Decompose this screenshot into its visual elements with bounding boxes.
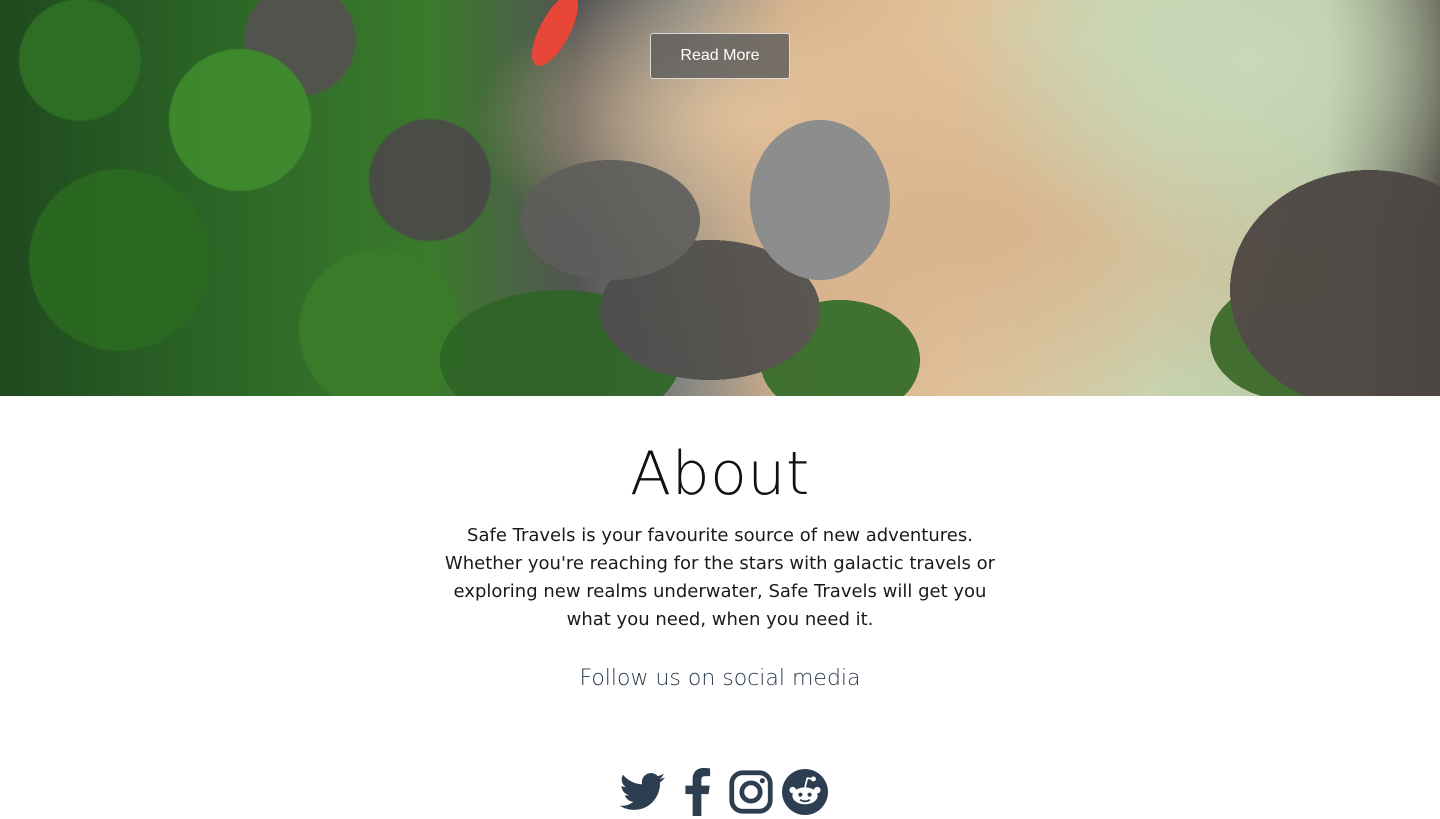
hero-banner: Read More [0, 0, 1440, 396]
read-more-button[interactable]: Read More [650, 33, 790, 79]
social-links [620, 768, 828, 816]
twitter-link[interactable] [620, 768, 666, 816]
twitter-icon [620, 773, 666, 810]
facebook-link[interactable] [674, 768, 720, 816]
about-title: About [630, 439, 810, 509]
instagram-icon [729, 770, 773, 814]
hero-rocks [420, 110, 920, 396]
facebook-icon [685, 768, 711, 816]
reddit-link[interactable] [782, 768, 828, 816]
kayak-image [522, 0, 588, 73]
instagram-link[interactable] [728, 768, 774, 816]
hero-rocks-right [1180, 170, 1440, 396]
follow-label: Follow us on social media [579, 666, 861, 691]
reddit-icon [782, 769, 828, 815]
about-body: Safe Travels is your favourite source of… [444, 525, 996, 630]
